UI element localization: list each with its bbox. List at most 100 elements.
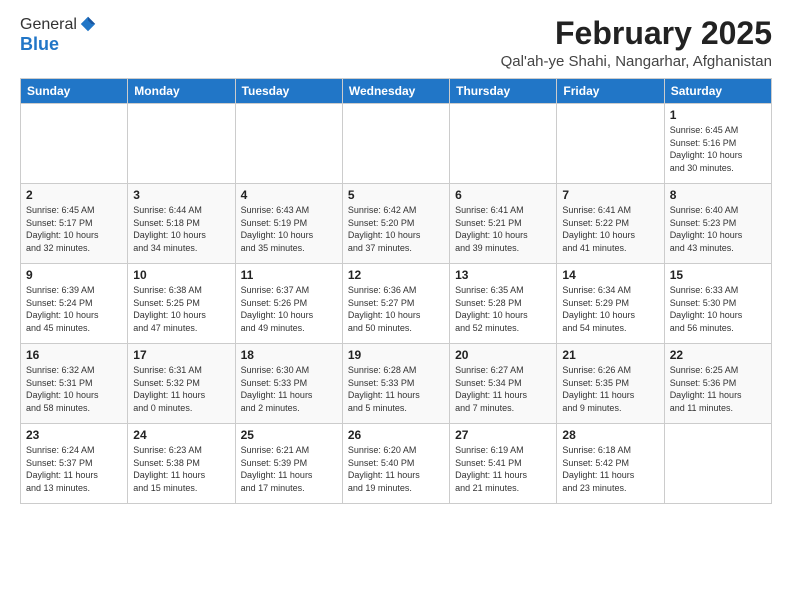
calendar-cell: 27 Sunrise: 6:19 AM Sunset: 5:41 PM Dayli…	[450, 424, 557, 504]
logo-general-text: General	[20, 16, 77, 34]
calendar-cell: 28 Sunrise: 6:18 AM Sunset: 5:42 PM Dayli…	[557, 424, 664, 504]
day-number: 2	[26, 188, 122, 202]
day-info: Sunrise: 6:44 AM Sunset: 5:18 PM Dayligh…	[133, 204, 229, 254]
day-number: 25	[241, 428, 337, 442]
day-header-saturday: Saturday	[664, 79, 771, 104]
day-number: 23	[26, 428, 122, 442]
calendar-cell: 23 Sunrise: 6:24 AM Sunset: 5:37 PM Dayli…	[21, 424, 128, 504]
calendar-cell: 19 Sunrise: 6:28 AM Sunset: 5:33 PM Dayli…	[342, 344, 449, 424]
calendar-cell: 14 Sunrise: 6:34 AM Sunset: 5:29 PM Dayli…	[557, 264, 664, 344]
day-info: Sunrise: 6:41 AM Sunset: 5:22 PM Dayligh…	[562, 204, 658, 254]
calendar-cell: 18 Sunrise: 6:30 AM Sunset: 5:33 PM Dayli…	[235, 344, 342, 424]
calendar-cell: 1 Sunrise: 6:45 AM Sunset: 5:16 PM Daylig…	[664, 104, 771, 184]
day-info: Sunrise: 6:35 AM Sunset: 5:28 PM Dayligh…	[455, 284, 551, 334]
calendar-cell	[342, 104, 449, 184]
day-info: Sunrise: 6:28 AM Sunset: 5:33 PM Dayligh…	[348, 364, 444, 414]
day-header-wednesday: Wednesday	[342, 79, 449, 104]
calendar-cell: 8Sunrise: 6:40 AM Sunset: 5:23 PM Daylig…	[664, 184, 771, 264]
day-number: 17	[133, 348, 229, 362]
calendar-cell: 16 Sunrise: 6:32 AM Sunset: 5:31 PM Dayli…	[21, 344, 128, 424]
day-number: 3	[133, 188, 229, 202]
calendar-cell	[557, 104, 664, 184]
calendar-cell	[235, 104, 342, 184]
logo-icon	[79, 15, 97, 33]
day-info: Sunrise: 6:21 AM Sunset: 5:39 PM Dayligh…	[241, 444, 337, 494]
calendar-cell: 2 Sunrise: 6:45 AM Sunset: 5:17 PM Daylig…	[21, 184, 128, 264]
day-info: Sunrise: 6:45 AM Sunset: 5:17 PM Dayligh…	[26, 204, 122, 254]
day-number: 14	[562, 268, 658, 282]
page: General Blue February 2025 Qal'ah-ye Sha…	[0, 0, 792, 612]
week-row-2: 2 Sunrise: 6:45 AM Sunset: 5:17 PM Daylig…	[21, 184, 772, 264]
day-number: 15	[670, 268, 766, 282]
calendar-cell: 20Sunrise: 6:27 AM Sunset: 5:34 PM Dayli…	[450, 344, 557, 424]
day-info: Sunrise: 6:31 AM Sunset: 5:32 PM Dayligh…	[133, 364, 229, 414]
calendar-cell: 3 Sunrise: 6:44 AM Sunset: 5:18 PM Daylig…	[128, 184, 235, 264]
day-info: Sunrise: 6:34 AM Sunset: 5:29 PM Dayligh…	[562, 284, 658, 334]
day-info: Sunrise: 6:39 AM Sunset: 5:24 PM Dayligh…	[26, 284, 122, 334]
week-row-4: 16 Sunrise: 6:32 AM Sunset: 5:31 PM Dayli…	[21, 344, 772, 424]
calendar-cell: 12Sunrise: 6:36 AM Sunset: 5:27 PM Dayli…	[342, 264, 449, 344]
header: General Blue February 2025 Qal'ah-ye Sha…	[20, 16, 772, 70]
day-info: Sunrise: 6:33 AM Sunset: 5:30 PM Dayligh…	[670, 284, 766, 334]
day-number: 27	[455, 428, 551, 442]
title-section: February 2025 Qal'ah-ye Shahi, Nangarhar…	[501, 16, 772, 70]
day-info: Sunrise: 6:42 AM Sunset: 5:20 PM Dayligh…	[348, 204, 444, 254]
day-info: Sunrise: 6:27 AM Sunset: 5:34 PM Dayligh…	[455, 364, 551, 414]
day-number: 6	[455, 188, 551, 202]
day-number: 19	[348, 348, 444, 362]
calendar-cell	[21, 104, 128, 184]
calendar-cell: 7 Sunrise: 6:41 AM Sunset: 5:22 PM Daylig…	[557, 184, 664, 264]
logo-blue-text: Blue	[20, 34, 59, 54]
day-number: 5	[348, 188, 444, 202]
day-number: 12	[348, 268, 444, 282]
calendar-cell: 22 Sunrise: 6:25 AM Sunset: 5:36 PM Dayli…	[664, 344, 771, 424]
day-info: Sunrise: 6:26 AM Sunset: 5:35 PM Dayligh…	[562, 364, 658, 414]
day-number: 7	[562, 188, 658, 202]
logo: General Blue	[20, 16, 97, 55]
day-number: 11	[241, 268, 337, 282]
calendar-cell: 21 Sunrise: 6:26 AM Sunset: 5:35 PM Dayli…	[557, 344, 664, 424]
day-number: 21	[562, 348, 658, 362]
day-number: 28	[562, 428, 658, 442]
calendar-cell	[128, 104, 235, 184]
day-number: 9	[26, 268, 122, 282]
calendar-cell: 4 Sunrise: 6:43 AM Sunset: 5:19 PM Daylig…	[235, 184, 342, 264]
calendar-cell: 11 Sunrise: 6:37 AM Sunset: 5:26 PM Dayli…	[235, 264, 342, 344]
day-header-friday: Friday	[557, 79, 664, 104]
day-header-thursday: Thursday	[450, 79, 557, 104]
header-row: SundayMondayTuesdayWednesdayThursdayFrid…	[21, 79, 772, 104]
day-info: Sunrise: 6:38 AM Sunset: 5:25 PM Dayligh…	[133, 284, 229, 334]
day-number: 16	[26, 348, 122, 362]
calendar-cell: 17 Sunrise: 6:31 AM Sunset: 5:32 PM Dayli…	[128, 344, 235, 424]
day-number: 10	[133, 268, 229, 282]
day-number: 18	[241, 348, 337, 362]
day-info: Sunrise: 6:19 AM Sunset: 5:41 PM Dayligh…	[455, 444, 551, 494]
month-title: February 2025	[501, 16, 772, 51]
day-number: 26	[348, 428, 444, 442]
day-header-monday: Monday	[128, 79, 235, 104]
calendar-cell: 26Sunrise: 6:20 AM Sunset: 5:40 PM Dayli…	[342, 424, 449, 504]
day-info: Sunrise: 6:23 AM Sunset: 5:38 PM Dayligh…	[133, 444, 229, 494]
day-info: Sunrise: 6:32 AM Sunset: 5:31 PM Dayligh…	[26, 364, 122, 414]
calendar-cell: 5 Sunrise: 6:42 AM Sunset: 5:20 PM Daylig…	[342, 184, 449, 264]
day-number: 1	[670, 108, 766, 122]
day-info: Sunrise: 6:37 AM Sunset: 5:26 PM Dayligh…	[241, 284, 337, 334]
day-info: Sunrise: 6:45 AM Sunset: 5:16 PM Dayligh…	[670, 124, 766, 174]
day-info: Sunrise: 6:30 AM Sunset: 5:33 PM Dayligh…	[241, 364, 337, 414]
day-info: Sunrise: 6:43 AM Sunset: 5:19 PM Dayligh…	[241, 204, 337, 254]
week-row-1: 1 Sunrise: 6:45 AM Sunset: 5:16 PM Daylig…	[21, 104, 772, 184]
location-title: Qal'ah-ye Shahi, Nangarhar, Afghanistan	[501, 53, 772, 70]
day-info: Sunrise: 6:18 AM Sunset: 5:42 PM Dayligh…	[562, 444, 658, 494]
day-info: Sunrise: 6:24 AM Sunset: 5:37 PM Dayligh…	[26, 444, 122, 494]
day-info: Sunrise: 6:25 AM Sunset: 5:36 PM Dayligh…	[670, 364, 766, 414]
day-number: 4	[241, 188, 337, 202]
calendar-cell: 24 Sunrise: 6:23 AM Sunset: 5:38 PM Dayli…	[128, 424, 235, 504]
day-header-sunday: Sunday	[21, 79, 128, 104]
day-number: 24	[133, 428, 229, 442]
day-number: 22	[670, 348, 766, 362]
calendar-cell: 9 Sunrise: 6:39 AM Sunset: 5:24 PM Daylig…	[21, 264, 128, 344]
calendar-cell: 6Sunrise: 6:41 AM Sunset: 5:21 PM Daylig…	[450, 184, 557, 264]
calendar-cell: 25 Sunrise: 6:21 AM Sunset: 5:39 PM Dayli…	[235, 424, 342, 504]
day-number: 13	[455, 268, 551, 282]
calendar-cell: 10 Sunrise: 6:38 AM Sunset: 5:25 PM Dayli…	[128, 264, 235, 344]
